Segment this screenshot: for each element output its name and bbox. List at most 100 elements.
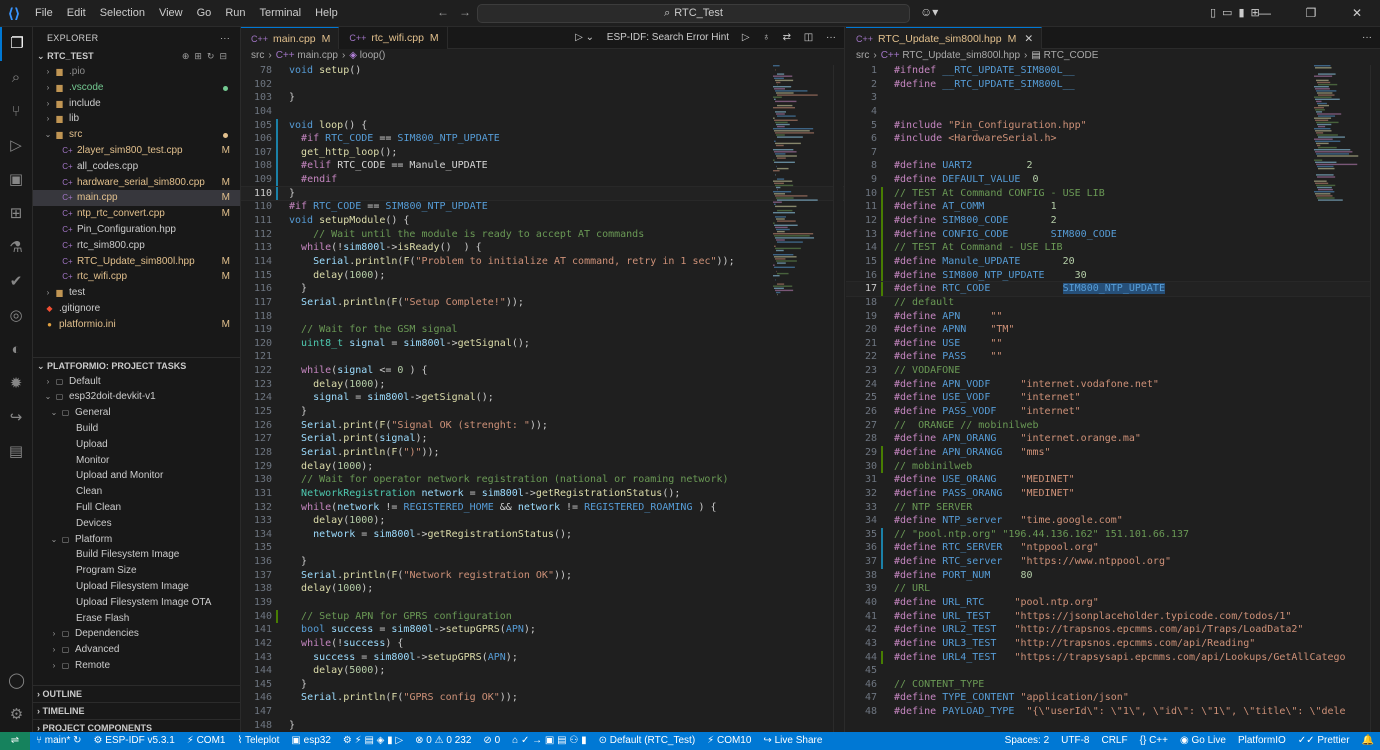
code-line[interactable]: 78 void setup()	[241, 64, 844, 78]
code-line[interactable]: 48 #define PAYLOAD_TYPE "{\"userId\": \"1…	[846, 705, 1380, 719]
menu-help[interactable]: Help	[308, 7, 345, 19]
code-line[interactable]: 46 // CONTENT_TYPE	[846, 678, 1380, 692]
run-debug-icon[interactable]: ▷	[0, 129, 32, 163]
explorer-icon[interactable]: ❐	[0, 27, 32, 61]
code-line[interactable]: 37 #define RTC_server "https://www.ntppoo…	[846, 555, 1380, 569]
code-line[interactable]: 148}	[241, 719, 844, 732]
code-line[interactable]: 39 // URL	[846, 582, 1380, 596]
code-line[interactable]: 42 #define URL2_TEST "http://trapsnos.epc…	[846, 623, 1380, 637]
pio-task-item[interactable]: Full Clean	[33, 500, 240, 516]
minimap-left[interactable]	[771, 65, 831, 732]
code-line[interactable]: 144 delay(5000);	[241, 664, 844, 678]
gutter-added-marker[interactable]	[881, 459, 883, 474]
file-item[interactable]: C+ Pin_Configuration.hpp	[33, 222, 240, 238]
code-line[interactable]: 140 // Setup APN for GPRS configuration	[241, 609, 844, 624]
code-line[interactable]: 110 #if RTC_CODE == SIM800_NTP_UPDATE	[241, 200, 844, 214]
file-item[interactable]: ◆ .gitignore	[33, 301, 240, 317]
tab-rtc-update-hpp[interactable]: C++ RTC_Update_sim800l.hpp M ✕	[846, 27, 1043, 49]
code-line[interactable]: 4	[846, 105, 1380, 119]
code-line[interactable]: 113 while(!sim800l->isReady() ) {	[241, 241, 844, 255]
nav-arrows[interactable]: ←→	[437, 5, 481, 19]
menu-run[interactable]: Run	[218, 7, 252, 19]
esp-idf-error-hint-button[interactable]: ESP-IDF: Search Error Hint	[607, 32, 729, 43]
settings-gear-icon[interactable]: ⚙	[0, 698, 33, 732]
code-line[interactable]: 125 }	[241, 405, 844, 419]
pio-task-item[interactable]: › ▢ Dependencies	[33, 626, 240, 642]
code-line[interactable]: 132 while(network != REGISTERED_HOME && …	[241, 501, 844, 515]
code-line[interactable]: 33 // NTP SERVER	[846, 501, 1380, 515]
code-line[interactable]: 7	[846, 146, 1380, 160]
target-chip[interactable]: ▣ esp32	[285, 732, 336, 750]
command-center-search[interactable]: ⌕ RTC_Test	[477, 4, 910, 23]
pio-task-item[interactable]: Build Filesystem Image	[33, 547, 240, 563]
gutter-modified-marker[interactable]	[276, 118, 278, 133]
code-line[interactable]: 128 Serial.println(F(")"));	[241, 446, 844, 460]
code-line[interactable]: 146 Serial.println(F("GPRS config OK"));	[241, 691, 844, 705]
code-line[interactable]: 137 Serial.println(F("Network registrati…	[241, 569, 844, 583]
source-control-icon[interactable]: ⑂	[0, 95, 32, 129]
code-line[interactable]: 29 #define APN_ORANGG "mms"	[846, 445, 1380, 460]
code-line[interactable]: 109 #endif	[241, 173, 844, 187]
code-line[interactable]: 38 #define PORT_NUM 80	[846, 569, 1380, 583]
gutter-added-marker[interactable]	[881, 186, 883, 201]
platformio-icon[interactable]: ✹	[0, 367, 32, 401]
testing-icon[interactable]: ⚗	[0, 231, 32, 265]
gutter-added-marker[interactable]	[881, 227, 883, 242]
remote-explorer-icon[interactable]: ▣	[0, 163, 32, 197]
ports-indicator[interactable]: ⊘ 0	[477, 732, 506, 750]
code-line[interactable]: 133 delay(1000);	[241, 514, 844, 528]
code-line[interactable]: 142 while(!success) {	[241, 637, 844, 651]
code-line[interactable]: 44 #define URL4_TEST "https://trapsysapi.…	[846, 650, 1380, 665]
file-item[interactable]: C+ ntp_rtc_convert.cpp M	[33, 206, 240, 222]
code-line[interactable]: 12 #define SIM800_CODE 2	[846, 214, 1380, 228]
gutter-added-marker[interactable]	[881, 200, 883, 215]
code-line[interactable]: 104	[241, 105, 844, 119]
code-line[interactable]: 23 // VODAFONE	[846, 364, 1380, 378]
pio-task-item[interactable]: › ▢ Advanced	[33, 642, 240, 658]
code-line[interactable]: 26 #define PASS_VODF "internet"	[846, 405, 1380, 419]
code-line[interactable]: 13 #define CONFIG_CODE SIM800_CODE	[846, 227, 1380, 242]
file-item[interactable]: C+ RTC_Update_sim800l.hpp M	[33, 254, 240, 270]
code-line[interactable]: 136 }	[241, 555, 844, 569]
code-line[interactable]: 115 delay(1000);	[241, 269, 844, 283]
menu-go[interactable]: Go	[190, 7, 219, 19]
live-share-button[interactable]: ↪ Live Share	[757, 732, 828, 750]
file-item[interactable]: C+ all_codes.cpp	[33, 159, 240, 175]
menu-terminal[interactable]: Terminal	[253, 7, 309, 19]
code-line[interactable]: 31 #define USE_ORANG "MEDINET"	[846, 473, 1380, 487]
code-line[interactable]: 35 // "pool.ntp.org" "196.44.136.162" 151…	[846, 527, 1380, 542]
code-line[interactable]: 43 #define URL3_TEST "http://trapsnos.epc…	[846, 637, 1380, 651]
pio-task-item[interactable]: ⌄ ▢ Platform	[33, 532, 240, 548]
menu-edit[interactable]: Edit	[60, 7, 93, 19]
outline-header[interactable]: › OUTLINE	[33, 686, 240, 702]
code-line[interactable]: 47 #define TYPE_CONTENT "application/json…	[846, 691, 1380, 705]
code-line[interactable]: 14 // TEST At Command - USE LIB	[846, 241, 1380, 255]
pio-task-item[interactable]: Devices	[33, 516, 240, 532]
encoding[interactable]: UTF-8	[1055, 732, 1095, 750]
tab-main-cpp[interactable]: C++ main.cpp M	[241, 27, 340, 49]
code-line[interactable]: 118	[241, 310, 844, 324]
teleplot[interactable]: ⌇ Teleplot	[231, 732, 285, 750]
code-line[interactable]: 134 network = sim800l->getRegistrationSt…	[241, 528, 844, 542]
gutter-added-marker[interactable]	[881, 445, 883, 460]
pio-task-item[interactable]: ⌄ ▢ esp32doit-devkit-v1	[33, 389, 240, 405]
pio-task-item[interactable]: Program Size	[33, 563, 240, 579]
code-line[interactable]: 22 #define PASS ""	[846, 350, 1380, 364]
gutter-added-marker[interactable]	[881, 214, 883, 228]
git-branch-icon[interactable]: ⑂ main* ↻	[30, 732, 88, 750]
code-line[interactable]: 20 #define APNN "TM"	[846, 323, 1380, 337]
remote-indicator-icon[interactable]: ⇌	[0, 732, 30, 750]
code-line[interactable]: 112 // Wait until the module is ready to…	[241, 228, 844, 242]
code-line[interactable]: 110}	[241, 185, 844, 202]
code-line[interactable]: 105 void loop() {	[241, 118, 844, 133]
code-line[interactable]: 120 uint8_t signal = sim800l->getSignal(…	[241, 337, 844, 351]
scrollbar-left[interactable]	[833, 65, 843, 732]
code-line[interactable]: 32 #define PASS_ORANG "MEDINET"	[846, 487, 1380, 501]
code-line[interactable]: 108 #elif RTC_CODE == Manule_UPDATE	[241, 159, 844, 174]
folder-item[interactable]: › ▆ test	[33, 285, 240, 301]
account-icon[interactable]: ◯	[0, 664, 33, 698]
copilot-icon[interactable]: ☺▾	[920, 5, 938, 19]
search-icon[interactable]: ⌕	[0, 61, 32, 95]
pio-task-item[interactable]: Upload and Monitor	[33, 468, 240, 484]
code-line[interactable]: 111 void setupModule() {	[241, 214, 844, 228]
